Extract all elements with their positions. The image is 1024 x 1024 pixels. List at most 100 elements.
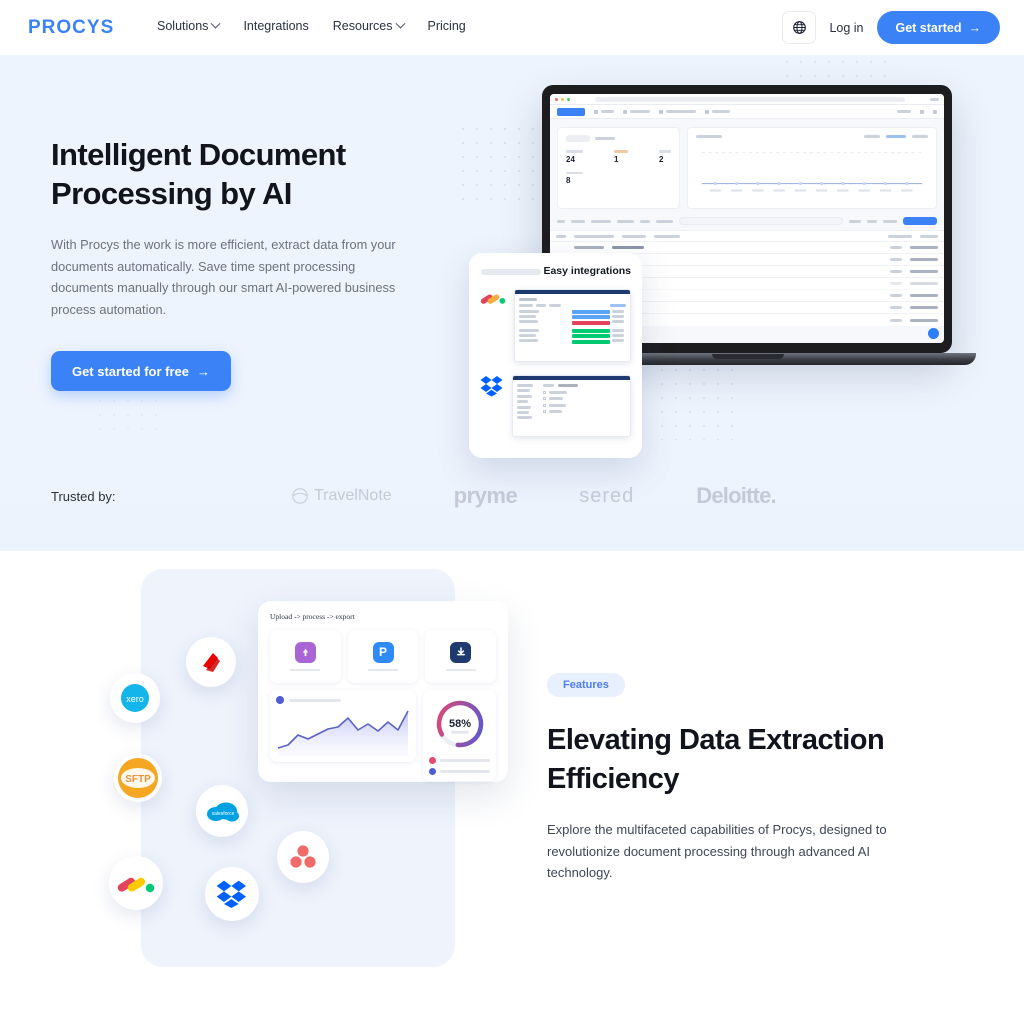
arrow-right-icon: →	[968, 20, 982, 35]
tile-upload[interactable]	[270, 630, 341, 683]
nav-label-resources: Resources	[332, 19, 393, 33]
chat-support-icon[interactable]	[928, 328, 939, 339]
tile-label-placeholder	[290, 668, 321, 672]
analytics-row: 58%	[270, 690, 496, 781]
nav-item-pricing[interactable]: Pricing	[428, 19, 466, 33]
logo-label: TravelNote	[314, 487, 392, 504]
stat-item: 2	[659, 150, 671, 164]
nav-label-pricing: Pricing	[427, 19, 466, 33]
svg-text:salesforce: salesforce	[212, 811, 235, 817]
sftp-icon: SFTP	[118, 758, 158, 798]
browser-url-bar	[595, 96, 905, 102]
dashboard-panels: 24 1 2 8	[550, 119, 944, 217]
page-title: Intelligent Document Processing by AI	[51, 135, 471, 213]
hero-cta-label: Get started for free	[71, 363, 190, 379]
svg-text:xero: xero	[126, 694, 144, 704]
download-icon	[450, 641, 472, 663]
nav-item-solutions[interactable]: Solutions	[157, 18, 221, 33]
nav-links: Solutions Integrations Resources Pricing	[157, 18, 466, 33]
window-minimize-dot	[561, 97, 564, 101]
logo-label: sered	[579, 484, 635, 507]
dropbox-icon	[216, 880, 246, 908]
nav-actions: Log in Get started →	[782, 11, 1000, 44]
app-logo-badge	[557, 107, 585, 116]
nav-item-integrations[interactable]: Integrations	[243, 19, 308, 33]
hero-title-line-1: Intelligent Document	[51, 137, 346, 172]
salesforce-icon: salesforce	[207, 802, 239, 822]
window-close-dot	[555, 97, 558, 101]
trusted-by-row: Trusted by: TravelNote pryme sered Deloi…	[51, 483, 981, 509]
client-logos: TravelNote pryme sered Deloitte.	[291, 483, 777, 509]
dropbox-screenshot	[512, 375, 631, 437]
login-link[interactable]: Log in	[829, 21, 863, 35]
features-section: xero SFTP salesforce Upload -> process -…	[0, 551, 1024, 1024]
app-tab	[594, 109, 614, 114]
features-title: Elevating Data Extraction Efficiency	[547, 721, 947, 799]
documents-line-chart	[701, 152, 923, 192]
nav-label-solutions: Solutions	[157, 19, 209, 33]
bubble-santander	[186, 637, 236, 687]
dropbox-icon	[480, 376, 503, 397]
monday-screenshot	[514, 289, 631, 362]
get-started-label: Get started	[895, 20, 962, 35]
app-tab	[705, 109, 730, 114]
logo-pryme: pryme	[454, 483, 518, 509]
dot-grid-decoration	[780, 55, 888, 85]
get-started-button[interactable]: Get started →	[876, 11, 1000, 44]
stat-item: 8	[566, 171, 671, 185]
status-badge: Features	[547, 673, 625, 697]
features-subtitle: Explore the multifaceted capabilities of…	[547, 822, 887, 880]
monday-icon	[117, 877, 155, 893]
bubble-asana	[277, 831, 329, 883]
features-title-line-2: Efficiency	[547, 763, 680, 795]
bubble-xero: xero	[110, 673, 160, 723]
bubble-salesforce: salesforce	[196, 785, 248, 837]
features-title-line-1: Elevating Data Extraction	[547, 724, 885, 756]
hero-title-line-2: Processing by AI	[51, 176, 292, 211]
logo-deloitte: Deloitte.	[696, 483, 776, 509]
tile-label-placeholder	[368, 668, 398, 672]
donut-gauge: 58%	[436, 700, 483, 748]
santander-icon	[203, 653, 220, 672]
area-chart	[277, 710, 409, 756]
browser-chrome	[550, 94, 944, 105]
feature-product-card: Upload -> process -> export P 58%	[258, 601, 508, 782]
monday-icon	[480, 294, 506, 304]
nav-item-resources[interactable]: Resources	[332, 18, 405, 33]
nav-label-integrations: Integrations	[243, 19, 309, 33]
language-selector-button[interactable]	[782, 11, 817, 44]
process-tiles: P	[270, 630, 497, 683]
get-started-for-free-button[interactable]: Get started for free →	[51, 351, 231, 391]
xero-icon: xero	[121, 684, 149, 712]
app-tab	[623, 109, 650, 114]
tile-label-placeholder	[445, 668, 476, 672]
top-navigation-bar: PROCYS Solutions Integrations Resources …	[0, 0, 1024, 55]
asana-icon	[290, 845, 316, 868]
gauge-value: 58%	[448, 718, 470, 730]
stats-card: 24 1 2 8	[557, 127, 680, 209]
trusted-by-label: Trusted by:	[51, 488, 116, 504]
documents-chart-card	[687, 127, 937, 209]
hero-section: Intelligent Document Processing by AI Wi…	[0, 55, 1024, 551]
stat-item: 24	[566, 150, 583, 164]
procys-logo[interactable]: PROCYS	[28, 17, 114, 39]
chevron-down-icon	[210, 18, 221, 29]
tile-process[interactable]: P	[347, 630, 419, 683]
browser-menu-icon	[930, 97, 939, 101]
window-maximize-dot	[567, 97, 570, 101]
logo-travelnote: TravelNote	[291, 487, 392, 505]
procys-p-icon: P	[372, 641, 394, 663]
landing-page: PROCYS Solutions Integrations Resources …	[0, 0, 1024, 1024]
table-header-row	[550, 230, 944, 242]
easy-integrations-card: Easy integrations	[469, 253, 642, 458]
app-tab	[659, 109, 696, 114]
placeholder-bar	[481, 269, 541, 275]
tile-export[interactable]	[425, 630, 497, 683]
documents-toolbar	[550, 217, 944, 225]
features-copy: Features Elevating Data Extraction Effic…	[547, 673, 947, 884]
svg-text:SFTP: SFTP	[125, 774, 151, 785]
hero-subtitle: With Procys the work is more efficient, …	[51, 237, 396, 317]
hero-copy: Intelligent Document Processing by AI Wi…	[51, 135, 471, 391]
globe-icon	[793, 21, 806, 34]
arrow-right-icon: →	[197, 363, 211, 379]
